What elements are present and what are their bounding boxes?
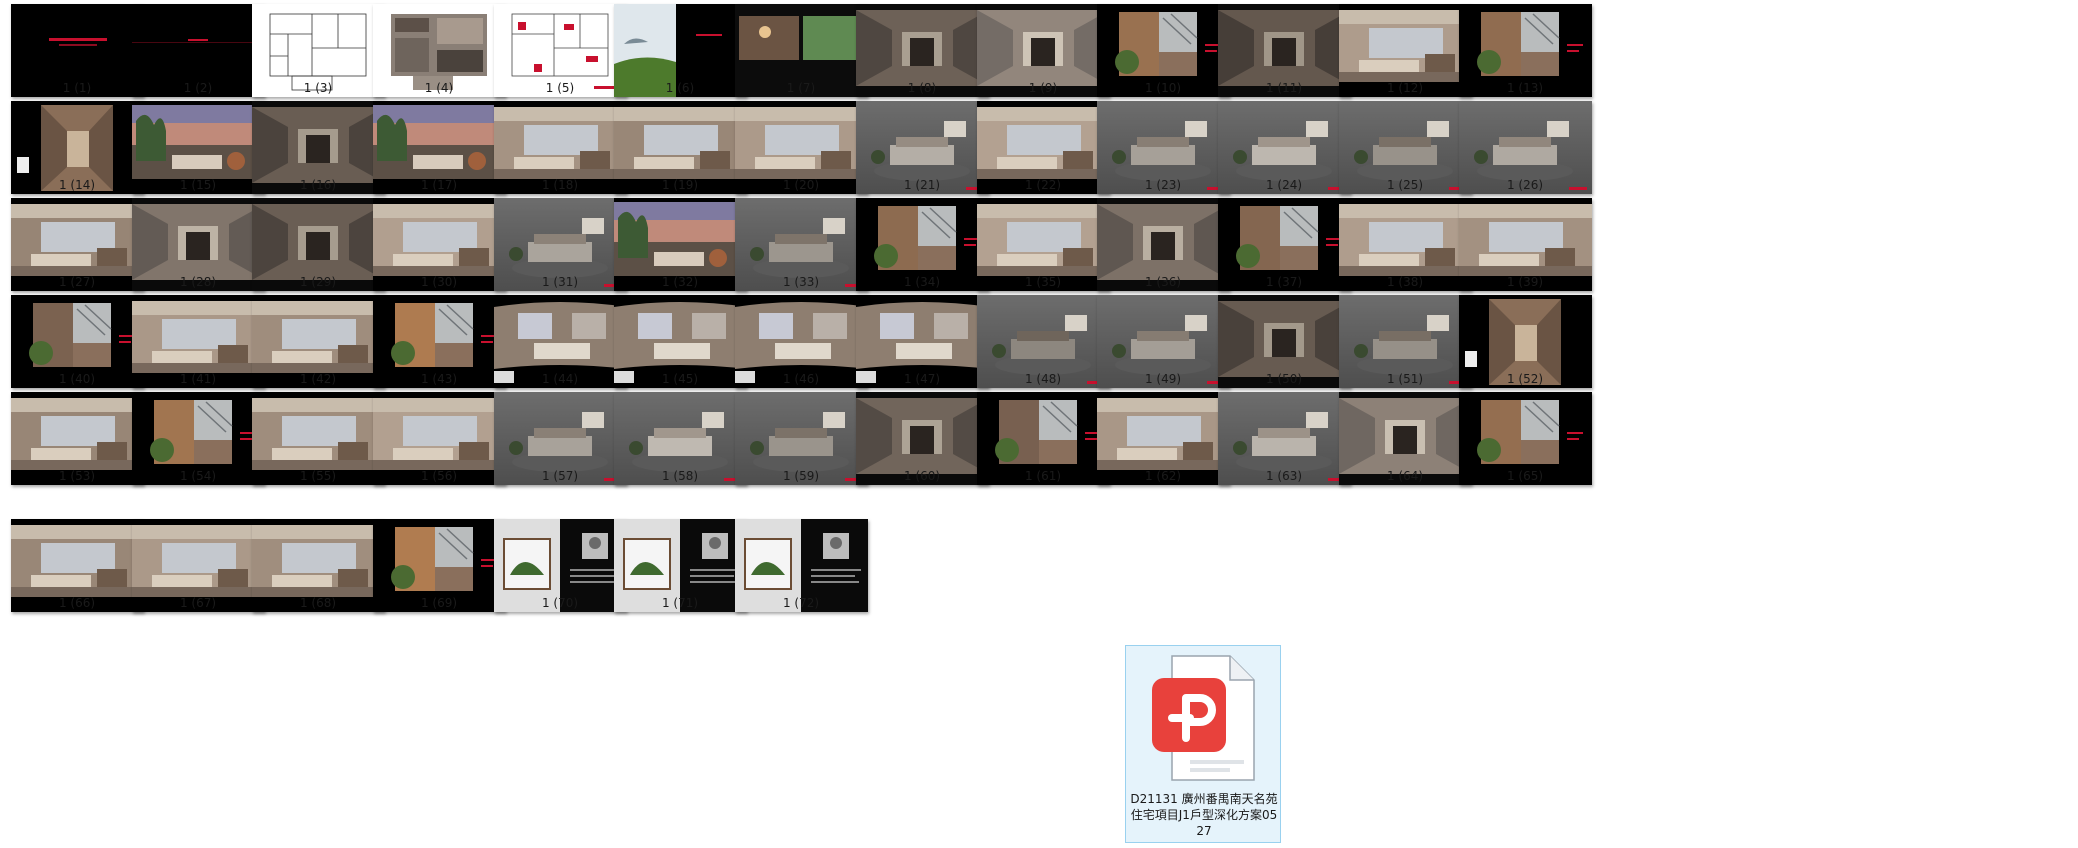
- file-name-label[interactable]: 1 (26): [1445, 178, 1605, 192]
- wps-pdf-file-icon: [1152, 655, 1255, 781]
- file-grid: 1 (1) 1 (2) 1 (3) 1 (4) 1 (5) 1 (6) 1 (7…: [0, 0, 2078, 848]
- file-name-label[interactable]: 1 (39): [1445, 275, 1605, 289]
- file-name-label[interactable]: 1 (72): [721, 596, 881, 610]
- selected-file-item[interactable]: D21131 廣州番禺南天名苑住宅項目J1戶型深化方案0527: [1125, 645, 1281, 843]
- file-name-label[interactable]: 1 (13): [1445, 81, 1605, 95]
- selected-file-name: D21131 廣州番禺南天名苑住宅項目J1戶型深化方案0527: [1130, 792, 1278, 838]
- file-name-label[interactable]: 1 (65): [1445, 469, 1605, 483]
- file-name-label[interactable]: 1 (52): [1445, 372, 1605, 386]
